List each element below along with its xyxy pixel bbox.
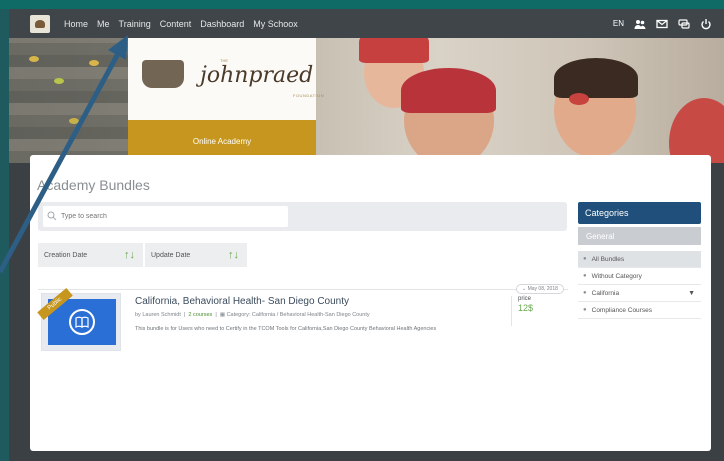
nav-links: Home Me Training Content Dashboard My Sc… — [64, 19, 298, 29]
bullet-icon: ● — [583, 256, 587, 262]
nav-training[interactable]: Training — [119, 19, 151, 29]
category-without-category[interactable]: ● Without Category — [578, 268, 701, 285]
nav-me[interactable]: Me — [97, 19, 110, 29]
category-icon: ▦ — [219, 312, 226, 318]
bullet-icon: ● — [583, 273, 587, 279]
search-input[interactable] — [61, 213, 261, 220]
search-box — [43, 206, 288, 227]
category-label: All Bundles — [591, 255, 625, 263]
frame-top — [0, 0, 724, 9]
app-screen: Home Me Training Content Dashboard My Sc… — [9, 9, 724, 461]
nav-home[interactable]: Home — [64, 19, 88, 29]
crest-logo — [142, 60, 184, 88]
language-selector[interactable]: EN — [613, 19, 624, 28]
price-value: 12$ — [518, 303, 534, 313]
nav-content[interactable]: Content — [160, 19, 192, 29]
price-label: price — [518, 296, 532, 302]
category-california[interactable]: ● California ▼ — [578, 285, 701, 302]
sort-creation-date-button[interactable]: Creation Date ↑↓ — [38, 243, 143, 267]
nav-dashboard[interactable]: Dashboard — [200, 19, 244, 29]
sort-label: Update Date — [151, 251, 191, 259]
bundle-description: This bundle is for Users who need to Cer… — [135, 326, 437, 332]
brand-foundation: FOUNDATION — [293, 93, 325, 98]
search-icon — [47, 208, 57, 226]
category-label: Without Category — [591, 272, 642, 280]
main-card: Academy Bundles Creation Date ↑↓ Update … — [30, 155, 711, 451]
caret-down-icon[interactable]: ▼ — [688, 290, 695, 297]
bundle-list-item: Public California, Behavioral Health- Sa… — [37, 284, 568, 360]
bundle-title[interactable]: California, Behavioral Health- San Diego… — [135, 296, 349, 307]
category-label: California — [591, 289, 620, 297]
book-icon — [69, 309, 95, 335]
top-nav: Home Me Training Content Dashboard My Sc… — [9, 9, 724, 38]
bundle-date: May 08, 2018 — [527, 286, 558, 292]
bullet-icon: ● — [583, 307, 587, 313]
bundle-category: Category: California / Behavioral Health… — [226, 312, 370, 318]
leaf-decoration — [89, 60, 99, 66]
people-icon[interactable] — [634, 18, 646, 30]
chevron-down-icon: ⌄ — [522, 286, 527, 292]
app-logo[interactable] — [30, 14, 50, 33]
foundation-brand-card: THE johnpraed FOUNDATION Online Academy — [128, 38, 324, 163]
child-photo — [669, 98, 724, 163]
category-label: Compliance Courses — [591, 306, 652, 314]
price-column: price 12$ — [511, 296, 567, 326]
bundle-thumbnail[interactable]: Public — [37, 287, 121, 351]
nav-right: EN — [613, 9, 712, 38]
page-title: Academy Bundles — [37, 177, 150, 193]
category-general[interactable]: General — [578, 227, 701, 245]
child-photo — [401, 68, 496, 113]
bullet-icon: ● — [583, 290, 587, 296]
sort-update-date-button[interactable]: Update Date ↑↓ — [145, 243, 247, 267]
sort-arrows-icon: ↑↓ — [228, 249, 239, 261]
sort-label: Creation Date — [44, 251, 88, 259]
child-photo — [554, 58, 638, 98]
search-bar — [38, 202, 567, 231]
child-photo — [569, 93, 589, 105]
online-academy-label: Online Academy — [192, 137, 252, 146]
power-icon[interactable] — [700, 18, 712, 30]
leaf-decoration — [29, 56, 39, 62]
child-photo — [359, 38, 429, 63]
chat-icon[interactable] — [678, 18, 690, 30]
sort-arrows-icon: ↑↓ — [124, 249, 135, 261]
brand-script: johnpraed — [200, 63, 314, 88]
categories-header: Categories — [578, 202, 701, 224]
author-name[interactable]: Lauren Schmidt — [142, 312, 181, 318]
category-all-bundles[interactable]: ● All Bundles — [578, 251, 701, 268]
categories-panel: Categories General ● All Bundles ● Witho… — [578, 202, 701, 319]
date-tag: ⌄ May 08, 2018 — [516, 284, 564, 294]
author-prefix: by — [135, 312, 141, 318]
wood-background — [9, 38, 129, 163]
category-compliance-courses[interactable]: ● Compliance Courses — [578, 302, 701, 319]
mail-icon[interactable] — [656, 18, 668, 30]
leaf-decoration — [54, 78, 64, 84]
courses-link[interactable]: 2 courses — [188, 312, 212, 318]
hero-banner: THE johnpraed FOUNDATION Online Academy — [9, 38, 724, 163]
bundle-meta: by Lauren Schmidt | 2 courses | ▦ Catego… — [135, 312, 370, 318]
leaf-decoration — [69, 118, 79, 124]
nav-my-schoox[interactable]: My Schoox — [253, 19, 298, 29]
